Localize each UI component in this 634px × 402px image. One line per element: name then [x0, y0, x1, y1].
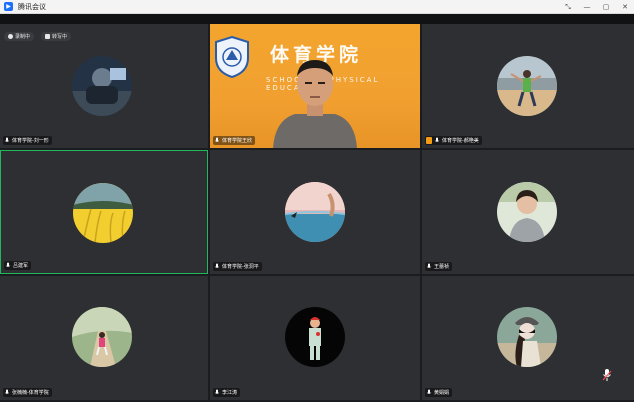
participant-name-tag: 李江涛 — [213, 388, 241, 397]
share-badge-icon — [426, 137, 432, 144]
participant-tile[interactable]: 黄娟娟 — [422, 276, 634, 400]
avatar — [72, 56, 132, 116]
participant-name: 体育学院王欣 — [222, 138, 253, 144]
floating-mic-icon[interactable] — [602, 368, 612, 382]
mic-icon — [214, 389, 220, 396]
collapse-icon[interactable]: ⤡ — [563, 3, 573, 12]
participant-name-tag: 体育学院-张洞平 — [213, 262, 262, 271]
mic-icon — [4, 137, 10, 144]
mic-icon — [5, 262, 11, 269]
window-controls: ⤡ — ▢ ✕ — [563, 0, 630, 14]
top-strip — [0, 14, 634, 24]
participant-name-tag: 体育学院王欣 — [213, 136, 256, 145]
mic-icon — [426, 389, 432, 396]
participant-name: 体育学院-刘一形 — [12, 138, 49, 144]
avatar — [497, 307, 557, 367]
mic-icon — [214, 137, 220, 144]
speaker-person — [273, 60, 357, 148]
avatar — [285, 182, 345, 242]
participant-tile[interactable]: 王蕾祯 — [422, 150, 634, 274]
avatar — [72, 307, 132, 367]
close-button[interactable]: ✕ — [620, 3, 630, 11]
recording-label: 录制中 — [15, 34, 31, 40]
camera-video: 体育学院 SCHOOL OF PHYSICAL EDUCATION — [210, 24, 420, 148]
participant-name: 王蕾祯 — [434, 264, 450, 270]
mic-icon — [434, 137, 440, 144]
tencent-meeting-logo-icon: ▶ — [4, 2, 13, 11]
participant-name-tag: 体育学院-郝艳美 — [425, 136, 482, 145]
app-title: 腾讯会议 — [18, 2, 46, 11]
participant-name-tag: 王蕾祯 — [425, 262, 453, 271]
recording-indicator: 录制中 — [4, 32, 35, 41]
participant-name: 体育学院-张洞平 — [222, 264, 259, 270]
participant-tile[interactable]: 李江涛 — [210, 276, 420, 400]
avatar — [285, 307, 345, 367]
mic-icon — [214, 263, 220, 270]
avatar — [73, 183, 133, 243]
participant-tile-featured[interactable]: 体育学院 SCHOOL OF PHYSICAL EDUCATION 体育学院王欣 — [210, 24, 420, 148]
participant-name-tag: 张楠楠-体育学院 — [3, 388, 52, 397]
transcribing-label: 转写中 — [52, 34, 68, 40]
participant-tile[interactable]: 录制中 转写中 体育学院-刘一形 — [0, 24, 208, 148]
participant-grid: 录制中 转写中 体育学院-刘一形 体育学院 SCHOOL OF PHYSICAL… — [0, 24, 634, 400]
record-dot-icon — [8, 34, 13, 39]
mic-icon — [4, 389, 10, 396]
minimize-button[interactable]: — — [582, 3, 592, 11]
participant-tile[interactable]: 体育学院-郝艳美 — [422, 24, 634, 148]
mic-icon — [426, 263, 432, 270]
participant-name: 张楠楠-体育学院 — [12, 390, 49, 396]
participant-name-tag: 黄娟娟 — [425, 388, 453, 397]
school-badge-icon — [214, 35, 250, 79]
participant-tile[interactable]: 张楠楠-体育学院 — [0, 276, 208, 400]
participant-tile[interactable]: 体育学院-张洞平 — [210, 150, 420, 274]
participant-name: 体育学院-郝艳美 — [442, 138, 479, 144]
participant-name: 吕建军 — [13, 263, 29, 269]
participant-name: 李江涛 — [222, 390, 238, 396]
avatar — [497, 182, 557, 242]
avatar — [497, 56, 557, 116]
participant-name-tag: 体育学院-刘一形 — [3, 136, 52, 145]
title-bar: ▶ 腾讯会议 ⤡ — ▢ ✕ — [0, 0, 634, 14]
maximize-button[interactable]: ▢ — [601, 3, 611, 11]
participant-name-tag: 吕建军 — [4, 261, 32, 270]
participant-name: 黄娟娟 — [434, 390, 450, 396]
participant-tile-active-speaker[interactable]: 吕建军 — [0, 150, 208, 274]
transcribe-icon — [45, 34, 50, 39]
transcribing-indicator: 转写中 — [41, 32, 72, 41]
